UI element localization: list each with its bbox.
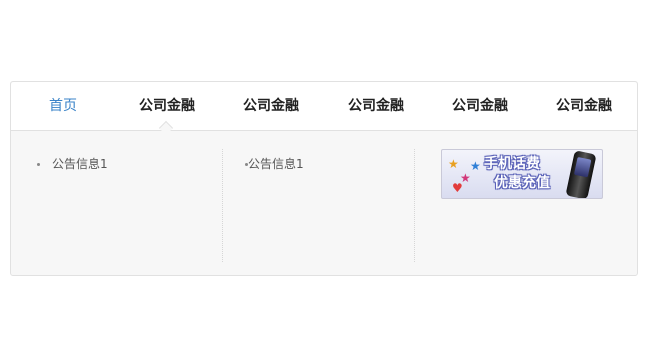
dropdown-column-2: 公告信息1	[222, 149, 415, 262]
nav-item-corporate-finance-2[interactable]: 公司金融	[235, 82, 307, 130]
dropdown-panel: 公告信息1 公告信息1 ★ ★ ★ ♥ 手机话费 优惠充值	[11, 131, 637, 275]
nav-item-corporate-finance-3[interactable]: 公司金融	[340, 82, 412, 130]
nav-item-corporate-finance-4[interactable]: 公司金融	[444, 82, 516, 130]
banner-text-line2: 优惠充值	[494, 175, 550, 191]
mobile-phone-icon	[565, 150, 597, 198]
heart-icon: ♥	[452, 181, 463, 195]
mobile-recharge-banner[interactable]: ★ ★ ★ ♥ 手机话费 优惠充值	[441, 149, 603, 199]
banner-text-line1: 手机话费	[484, 156, 540, 172]
nav-item-corporate-finance-5[interactable]: 公司金融	[548, 82, 620, 130]
dropdown-column-1: 公告信息1	[27, 149, 221, 262]
announcement-link[interactable]: 公告信息1	[52, 157, 108, 171]
top-nav-bar: 首页 公司金融 公司金融 公司金融 公司金融 公司金融	[11, 82, 637, 131]
nav-item-home[interactable]: 首页	[33, 82, 93, 130]
announcement-link[interactable]: 公告信息1	[248, 157, 304, 171]
star-icon: ★	[448, 157, 459, 171]
list-bullet	[37, 163, 40, 166]
nav-dropdown-container: 首页 公司金融 公司金融 公司金融 公司金融 公司金融 公告信息1 公告信息1 …	[10, 81, 638, 276]
dropdown-column-3: ★ ★ ★ ♥ 手机话费 优惠充值	[414, 149, 625, 262]
star-icon: ★	[470, 159, 481, 173]
phone-screen	[573, 156, 592, 178]
